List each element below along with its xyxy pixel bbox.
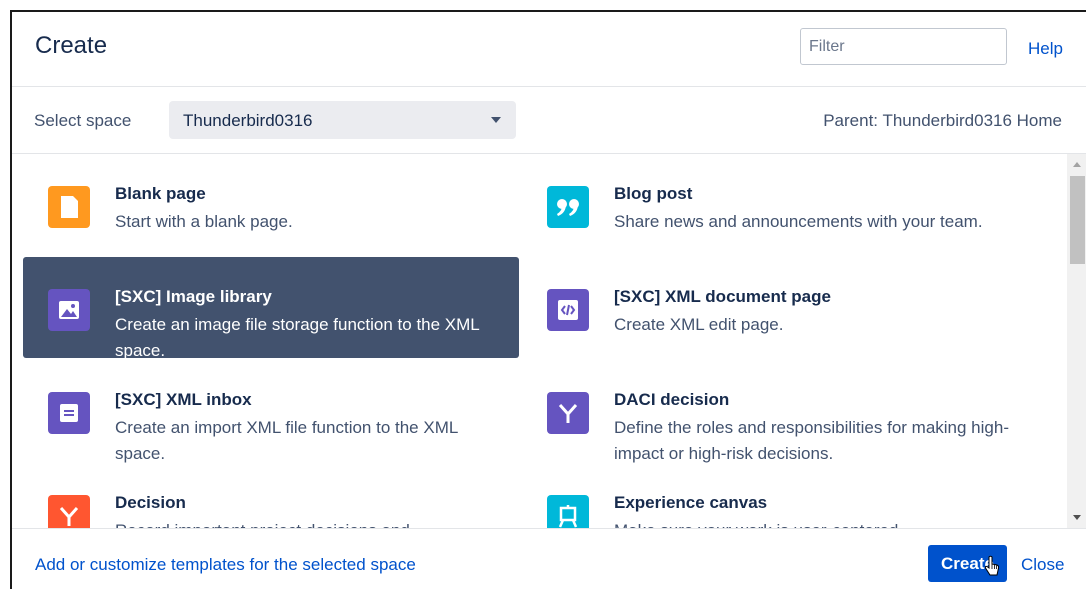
- template-description: Create an import XML file function to th…: [115, 418, 458, 463]
- template-list-scrollbar[interactable]: [1067, 154, 1086, 528]
- customize-templates-link[interactable]: Add or customize templates for the selec…: [35, 555, 416, 575]
- filter-input[interactable]: [800, 28, 1007, 65]
- help-link[interactable]: Help: [1028, 39, 1063, 59]
- image-icon: [48, 289, 90, 331]
- template-item-decision[interactable]: Decision Record important project decisi…: [23, 463, 519, 528]
- dialog-header: Create Help: [12, 12, 1086, 87]
- template-name: Blog post: [614, 184, 693, 203]
- quote-icon: [547, 186, 589, 228]
- template-name: Blank page: [115, 184, 206, 203]
- blank-page-icon: [48, 186, 90, 228]
- create-dialog: Create Help Select space Thunderbird0316…: [10, 10, 1086, 589]
- template-item-image-library[interactable]: [SXC] Image library Create an image file…: [23, 257, 519, 360]
- template-item-blog-post[interactable]: Blog post Share news and announcements w…: [522, 154, 1018, 255]
- template-name: DACI decision: [614, 390, 730, 409]
- template-description: Make sure your work is user-centered: [614, 518, 1010, 528]
- scroll-up-arrow-icon[interactable]: [1073, 162, 1081, 167]
- space-selector-bar: Select space Thunderbird0316 Parent: Thu…: [12, 87, 1086, 154]
- code-icon: [547, 289, 589, 331]
- template-name: Experience canvas: [614, 493, 768, 512]
- template-name: [SXC] Image library: [115, 287, 272, 306]
- chevron-down-icon: [491, 117, 501, 123]
- decision-fork-icon: [547, 392, 589, 434]
- hand-cursor-icon: [984, 555, 1000, 576]
- template-description: Create an image file storage function to…: [115, 315, 480, 360]
- decision-fork-icon: [48, 495, 90, 528]
- template-description: Start with a blank page.: [115, 212, 293, 231]
- template-item-experience-canvas[interactable]: Experience canvas Make sure your work is…: [522, 463, 1018, 528]
- parent-page-label: Parent: Thunderbird0316 Home: [823, 111, 1062, 130]
- template-description: Record important project decisions and: [115, 518, 511, 528]
- template-name: [SXC] XML document page: [614, 287, 831, 306]
- template-name: [SXC] XML inbox: [115, 390, 252, 409]
- close-link[interactable]: Close: [1021, 555, 1064, 575]
- template-item-xml-inbox[interactable]: [SXC] XML inbox Create an import XML fil…: [23, 360, 519, 463]
- template-item-daci-decision[interactable]: DACI decision Define the roles and respo…: [522, 360, 1018, 463]
- space-dropdown[interactable]: Thunderbird0316: [169, 101, 516, 139]
- scrollbar-thumb[interactable]: [1070, 176, 1085, 264]
- template-name: Decision: [115, 493, 186, 512]
- space-dropdown-value: Thunderbird0316: [183, 111, 313, 130]
- template-list: Blank page Start with a blank page. Blog…: [12, 154, 1061, 528]
- template-item-blank-page[interactable]: Blank page Start with a blank page.: [23, 154, 519, 255]
- dialog-title: Create: [35, 32, 108, 59]
- template-description: Share news and announcements with your t…: [614, 212, 983, 231]
- scroll-down-arrow-icon[interactable]: [1073, 515, 1081, 520]
- template-description: Create XML edit page.: [614, 315, 784, 334]
- template-description: Define the roles and responsibilities fo…: [614, 418, 1009, 463]
- canvas-icon: [547, 495, 589, 528]
- inbox-icon: [48, 392, 90, 434]
- template-item-xml-document-page[interactable]: [SXC] XML document page Create XML edit …: [522, 257, 1018, 358]
- dialog-footer: Add or customize templates for the selec…: [12, 528, 1086, 589]
- select-space-label: Select space: [34, 111, 132, 130]
